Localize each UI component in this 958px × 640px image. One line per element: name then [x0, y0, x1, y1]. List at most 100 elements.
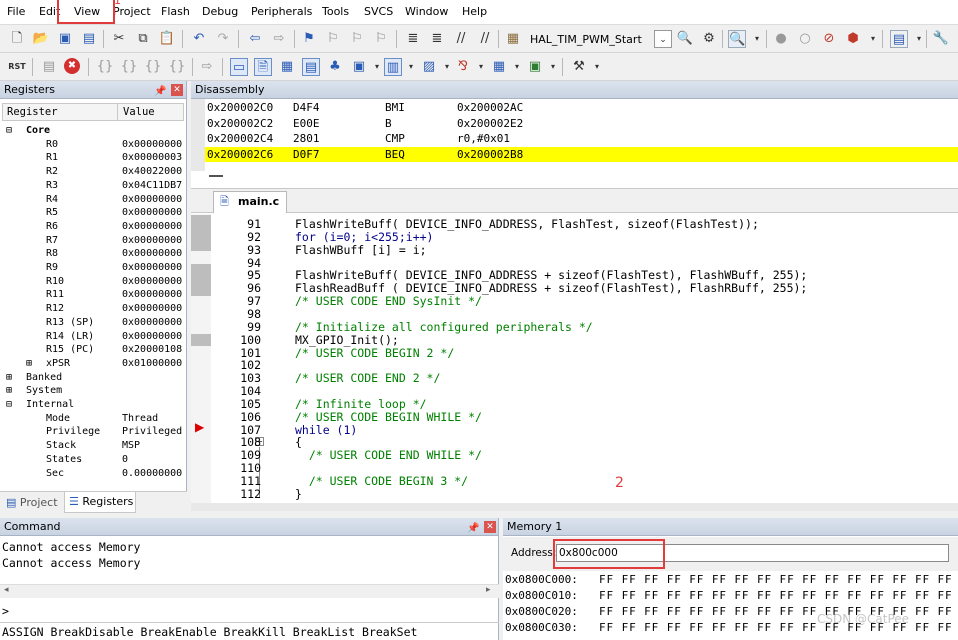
copy-icon[interactable]: ⧉ [134, 30, 152, 48]
register-row[interactable]: R8 0x00000000 [2, 247, 184, 261]
save-icon[interactable]: ▣ [56, 30, 74, 48]
menu-file[interactable]: File [7, 5, 25, 18]
register-value[interactable]: 0x00000000 [122, 275, 182, 289]
code-area[interactable]: 91 FlashWriteBuff( DEVICE_INFO_ADDRESS, F… [209, 218, 958, 503]
undo-icon[interactable]: ↶ [190, 30, 208, 48]
stop-icon[interactable]: ✖ [64, 58, 80, 74]
register-row[interactable]: R10 0x00000000 [2, 275, 184, 289]
serial-window-icon[interactable]: ▨ [420, 58, 438, 76]
memory-window-icon[interactable]: ▥ [384, 58, 402, 76]
toolbox-dropdown-icon[interactable]: ▾ [588, 58, 606, 76]
code-line[interactable]: 100 MX_GPIO_Init(); [209, 333, 958, 347]
run-to-cursor-icon[interactable]: {} [168, 58, 186, 76]
new-file-icon[interactable]: 🗋 [8, 30, 26, 48]
command-prompt[interactable]: > [2, 604, 9, 619]
expand-icon[interactable]: ⊞ [6, 371, 12, 385]
memory-row[interactable]: 0x0800C010: FF FF FF FF FF FF FF FF FF FF… [505, 588, 958, 604]
nav-forward-icon[interactable]: ⇨ [270, 30, 288, 48]
pin-icon[interactable]: 📌 [154, 83, 166, 101]
code-line[interactable]: 92 for (i=0; i<255;i++) [209, 230, 958, 244]
memory-dropdown-icon[interactable]: ▾ [402, 58, 420, 76]
code-line[interactable]: 98 [209, 308, 958, 321]
tab-main-c[interactable]: 🗎 main.c [213, 191, 287, 213]
disable-breakpoints-icon[interactable]: ⊘ [820, 30, 838, 48]
command-pin-icon[interactable]: 📌 [467, 520, 479, 538]
register-value[interactable]: 0x00000000 [122, 316, 182, 330]
open-folder-icon[interactable]: 📂 [32, 30, 50, 48]
bookmark-clear-icon[interactable]: ⚐ [372, 30, 390, 48]
code-line[interactable]: 109 /* USER CODE END WHILE */ [209, 449, 958, 462]
symbols-window-icon[interactable]: ▦ [278, 58, 296, 76]
code-line[interactable]: 101/* USER CODE BEGIN 2 */ [209, 346, 958, 360]
register-value[interactable]: 0x00000000 [122, 138, 182, 152]
register-row[interactable]: R14 (LR) 0x00000000 [2, 330, 184, 344]
register-value[interactable]: 0x00000003 [122, 151, 182, 165]
cut-icon[interactable]: ✂ [110, 30, 128, 48]
register-row[interactable]: R15 (PC) 0x20000108 [2, 343, 184, 357]
window-layout-icon[interactable]: ▤ [890, 30, 908, 48]
disassembly-row[interactable]: 0x200002C2 E00E B 0x200002E2 [205, 116, 958, 132]
register-value[interactable]: 0x00000000 [122, 330, 182, 344]
menu-flash[interactable]: Flash [161, 5, 190, 18]
code-line[interactable]: 93 FlashWBuff [i] = i; [209, 243, 958, 257]
breakpoints-dropdown-icon[interactable]: ▾ [864, 30, 882, 48]
register-row[interactable]: ⊟ Core [2, 124, 184, 138]
register-row[interactable]: R0 0x00000000 [2, 138, 184, 152]
step-out-icon[interactable]: {} [144, 58, 162, 76]
register-value[interactable]: 0x00000000 [122, 261, 182, 275]
show-next-statement-icon[interactable]: ⇨ [198, 58, 216, 76]
register-row[interactable]: Mode Thread [2, 412, 184, 426]
disassembly-row[interactable]: 0x200002C4 2801 CMP r0,#0x01 [205, 131, 958, 147]
register-row[interactable]: ⊞ xPSR 0x01000000 [2, 357, 184, 371]
register-value[interactable]: MSP [122, 439, 140, 453]
watch-window-icon[interactable]: ▣ [350, 58, 368, 76]
toolbox-icon[interactable]: ⚒ [570, 58, 588, 76]
scroll-right-icon[interactable]: ▸ [486, 585, 491, 595]
disassembly-row[interactable]: 0x200002C6 D0F7 BEQ 0x200002B8 [205, 146, 958, 162]
command-hscroll[interactable]: ◂ ▸ [0, 584, 499, 598]
register-row[interactable]: R3 0x04C11DB7 [2, 179, 184, 193]
register-row[interactable]: R12 0x00000000 [2, 302, 184, 316]
scroll-left-icon[interactable]: ◂ [4, 585, 9, 595]
analysis-window-icon[interactable]: ⅋ [454, 58, 472, 76]
analysis-dropdown-icon[interactable]: ▾ [472, 58, 490, 76]
code-line[interactable]: 106 /* USER CODE BEGIN WHILE */ [209, 410, 958, 424]
register-row[interactable]: R6 0x00000000 [2, 220, 184, 234]
register-row[interactable]: R11 0x00000000 [2, 288, 184, 302]
register-row[interactable]: R4 0x00000000 [2, 193, 184, 207]
trace-window-icon[interactable]: ▦ [490, 58, 508, 76]
unindent-icon[interactable]: ≣ [428, 30, 446, 48]
register-value[interactable]: 0 [122, 453, 128, 467]
register-row[interactable]: ⊟ Internal [2, 398, 184, 412]
register-value[interactable]: 0x04C11DB7 [122, 179, 182, 193]
call-stack-icon[interactable]: ♣ [326, 58, 344, 76]
register-row[interactable]: Stack MSP [2, 439, 184, 453]
indent-icon[interactable]: ≣ [404, 30, 422, 48]
register-row[interactable]: States 0 [2, 453, 184, 467]
register-row[interactable]: ⊞ System [2, 384, 184, 398]
collapse-icon[interactable]: ⊟ [6, 124, 12, 138]
register-row[interactable]: R13 (SP) 0x00000000 [2, 316, 184, 330]
expand-icon[interactable]: ⊞ [6, 384, 12, 398]
target-dropdown-chevron-icon[interactable]: ⌄ [654, 30, 672, 48]
redo-icon[interactable]: ↷ [214, 30, 232, 48]
register-value[interactable]: 0x00000000 [122, 288, 182, 302]
register-value[interactable]: Privileged [122, 425, 182, 439]
menu-debug[interactable]: Debug [202, 5, 238, 18]
insert-breakpoint-icon[interactable]: ● [772, 30, 790, 48]
menu-window[interactable]: Window [405, 5, 448, 18]
menu-svcs[interactable]: SVCS [364, 5, 393, 18]
bookmark-prev-icon[interactable]: ⚐ [324, 30, 342, 48]
kill-breakpoints-icon[interactable]: ⬢ [844, 30, 862, 48]
run-icon[interactable]: ▤ [40, 58, 58, 76]
tab-project[interactable]: ▤ Project [2, 493, 62, 513]
menu-tools[interactable]: Tools [322, 5, 349, 18]
code-line[interactable]: 105 /* Infinite loop */ [209, 398, 958, 411]
command-window-icon[interactable]: ▭ [230, 58, 248, 76]
register-value[interactable]: 0x01000000 [122, 357, 182, 371]
uncomment-icon[interactable]: // [476, 30, 494, 48]
incremental-find-icon[interactable]: ⚙ [700, 30, 718, 48]
code-line[interactable]: 111 /* USER CODE BEGIN 3 */ [209, 475, 958, 488]
code-line[interactable]: 99 /* Initialize all configured periphera… [209, 320, 958, 334]
register-value[interactable]: 0x00000000 [122, 220, 182, 234]
